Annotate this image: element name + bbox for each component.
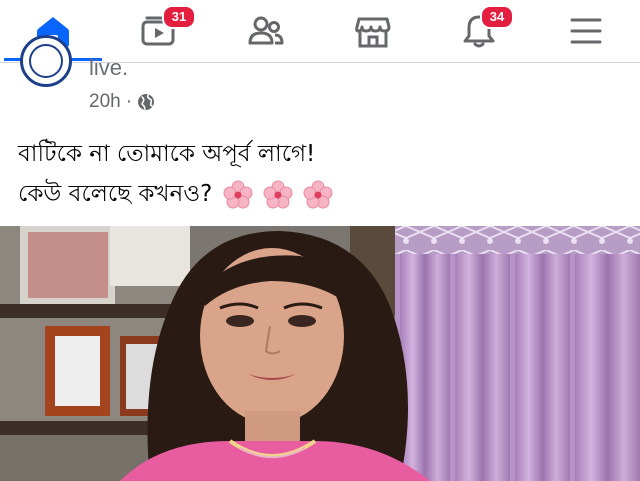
post-photo[interactable]: [0, 226, 640, 481]
author-name[interactable]: live.: [89, 57, 128, 79]
globe-icon: [138, 94, 155, 110]
video-badge: 31: [162, 5, 196, 29]
marketplace-tab[interactable]: [320, 0, 426, 62]
menu-tab[interactable]: [533, 0, 639, 62]
post-meta: 20h ·: [89, 91, 155, 113]
notifications-tab[interactable]: 34: [426, 0, 532, 62]
friends-tab[interactable]: [213, 0, 319, 62]
video-tab[interactable]: 31: [106, 0, 212, 62]
notifications-badge: 34: [480, 5, 514, 29]
cherry-blossom-icon: [303, 180, 333, 208]
post-text-line-2: কেউ বলেছে কখনও?: [18, 174, 618, 214]
menu-icon: [570, 18, 602, 44]
meta-separator: ·: [125, 91, 133, 112]
post-text-line-2-text: কেউ বলেছে কখনও?: [18, 181, 213, 207]
post-header: live. 20h ·: [0, 35, 640, 123]
friends-icon: [248, 16, 284, 45]
post-text-line-1: বাটিকে না তোমাকে অপূর্ব লাগে!: [18, 141, 316, 167]
avatar-logo: [29, 44, 63, 78]
post-time[interactable]: 20h: [89, 91, 121, 113]
top-navigation-bar: 31 34: [0, 0, 640, 63]
post-text: বাটিকে না তোমাকে অপূর্ব লাগে! কেউ বলেছে …: [18, 134, 618, 214]
cherry-blossom-icon: [263, 180, 293, 208]
avatar[interactable]: [20, 35, 72, 87]
cherry-blossom-icon: [223, 180, 253, 208]
post-image: [0, 226, 640, 481]
marketplace-icon: [355, 17, 391, 48]
